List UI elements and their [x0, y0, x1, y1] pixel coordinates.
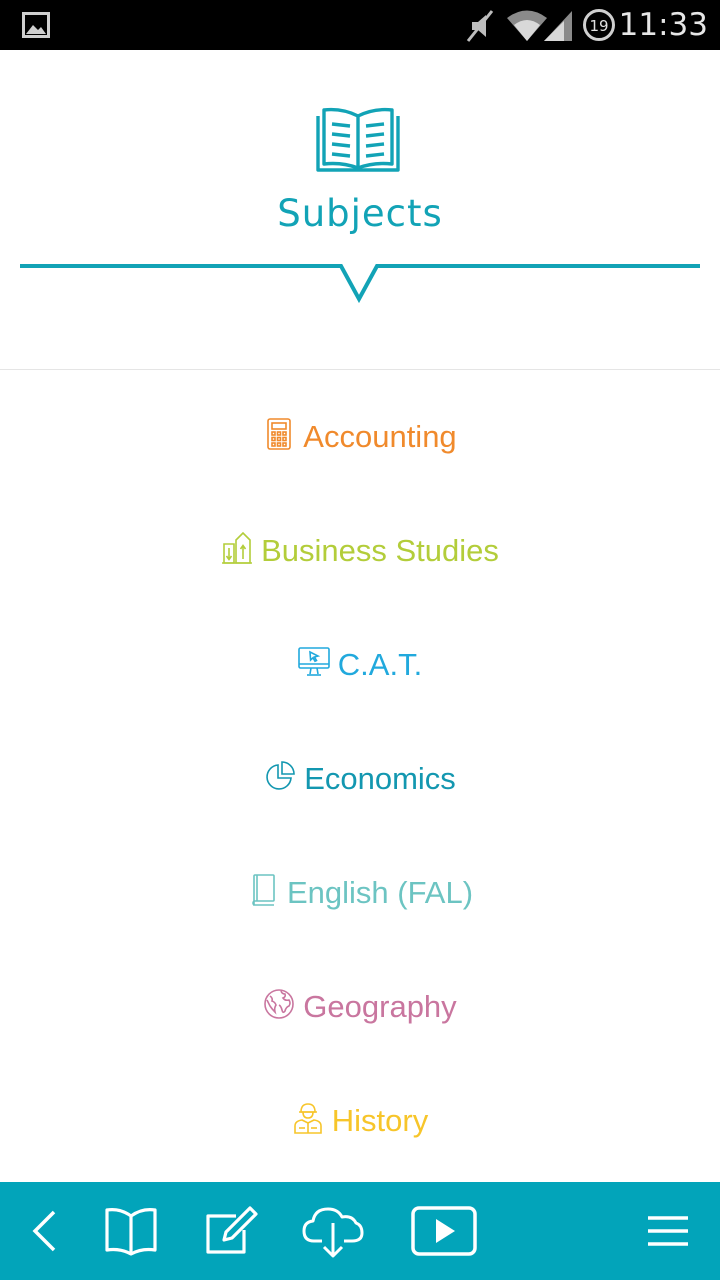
subject-label: Geography — [303, 989, 457, 1024]
open-book-icon — [316, 107, 400, 172]
edit-button[interactable] — [200, 1182, 260, 1280]
download-button[interactable] — [300, 1182, 366, 1280]
wifi-icon — [507, 10, 547, 41]
clock: 11:33 — [618, 7, 708, 43]
notification-badge: 19 — [589, 17, 608, 35]
back-icon — [32, 1210, 56, 1252]
list-item-business-studies[interactable]: Business Studies — [0, 494, 720, 608]
subject-label: C.A.T. — [337, 647, 423, 682]
book-icon — [247, 872, 279, 908]
mute-icon — [466, 10, 494, 42]
book-icon — [105, 1208, 157, 1256]
monitor-icon — [297, 644, 330, 680]
play-button[interactable] — [408, 1182, 480, 1280]
globe-icon — [263, 986, 295, 1022]
book-button[interactable] — [100, 1182, 162, 1280]
bottom-toolbar — [0, 1182, 720, 1280]
pie-chart-icon — [264, 758, 296, 794]
list-item-english-fal[interactable]: English (FAL) — [0, 836, 720, 950]
status-bar: 19 11:33 — [0, 0, 720, 50]
subject-label: English (FAL) — [286, 875, 474, 910]
buildings-icon — [221, 530, 253, 566]
calculator-icon — [263, 416, 295, 452]
list-item-economics[interactable]: Economics — [0, 722, 720, 836]
list-item-accounting[interactable]: Accounting — [0, 380, 720, 494]
back-button[interactable] — [20, 1182, 70, 1280]
image-notification-icon — [22, 12, 50, 38]
section-separator — [0, 369, 720, 370]
menu-button[interactable] — [640, 1182, 696, 1280]
edit-icon — [206, 1206, 258, 1254]
menu-icon — [648, 1216, 688, 1246]
list-item-history[interactable]: History — [0, 1064, 720, 1178]
page-title: Subjects — [277, 192, 443, 235]
sync-badge-icon: 19 — [583, 9, 615, 41]
signal-icon — [544, 11, 572, 41]
header-divider — [20, 264, 700, 304]
subject-label: Business Studies — [261, 533, 499, 568]
play-icon — [411, 1206, 477, 1256]
subject-label: History — [331, 1103, 429, 1138]
list-item-geography[interactable]: Geography — [0, 950, 720, 1064]
historical-figure-icon — [292, 1100, 324, 1136]
subject-label: Accounting — [303, 419, 457, 454]
subject-label: Economics — [304, 761, 456, 796]
cloud-download-icon — [302, 1207, 364, 1258]
list-item-cat[interactable]: C.A.T. — [0, 608, 720, 722]
subjects-header: Subjects — [0, 50, 720, 370]
